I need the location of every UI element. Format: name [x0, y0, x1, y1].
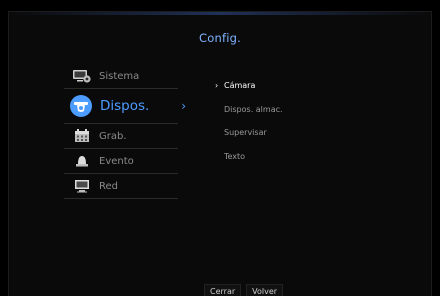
sidebar-item-label: Dispos.	[100, 98, 150, 114]
back-button[interactable]: Volver	[246, 284, 284, 296]
recording-calendar-icon	[67, 128, 97, 144]
page-title: Config.	[199, 31, 241, 45]
network-monitor-icon	[67, 178, 97, 194]
submenu-item-label: Cámara	[224, 81, 256, 91]
submenu-item-label: Dispos. almac.	[224, 104, 283, 114]
sidebar-item-grab[interactable]: Grab.	[64, 124, 178, 149]
sidebar-item-evento[interactable]: Evento	[64, 149, 178, 174]
chevron-right-icon: ›	[215, 81, 219, 91]
sidebar: Sistema Dispos. › Grab. Evento Red	[64, 64, 186, 199]
system-settings-icon	[67, 68, 97, 84]
footer-buttons: Cerrar Volver	[204, 284, 284, 296]
submenu-item-texto[interactable]: Texto	[215, 145, 283, 169]
submenu-item-supervisar[interactable]: Supervisar	[215, 121, 283, 145]
submenu-item-dispos-almac[interactable]: Dispos. almac.	[215, 98, 283, 122]
event-alarm-icon	[67, 153, 97, 169]
submenu-item-label: Supervisar	[224, 128, 267, 138]
sidebar-item-label: Sistema	[99, 70, 140, 82]
sidebar-item-sistema[interactable]: Sistema	[64, 64, 178, 89]
submenu: › Cámara Dispos. almac. Supervisar Texto	[215, 74, 283, 168]
sidebar-item-label: Evento	[99, 155, 134, 167]
camera-device-icon	[64, 94, 97, 118]
submenu-item-label: Texto	[224, 151, 246, 161]
sidebar-item-red[interactable]: Red	[64, 174, 178, 199]
chevron-right-icon: ›	[181, 99, 186, 113]
sidebar-item-label: Grab.	[99, 130, 127, 142]
close-button[interactable]: Cerrar	[204, 284, 242, 296]
sidebar-item-label: Red	[99, 180, 118, 192]
submenu-item-camara[interactable]: › Cámara	[215, 74, 283, 98]
settings-window: Config. Sistema Dispos. › Grab. Evento R…	[8, 11, 432, 296]
sidebar-item-dispos[interactable]: Dispos. ›	[64, 89, 186, 124]
top-border-glow	[9, 12, 431, 15]
